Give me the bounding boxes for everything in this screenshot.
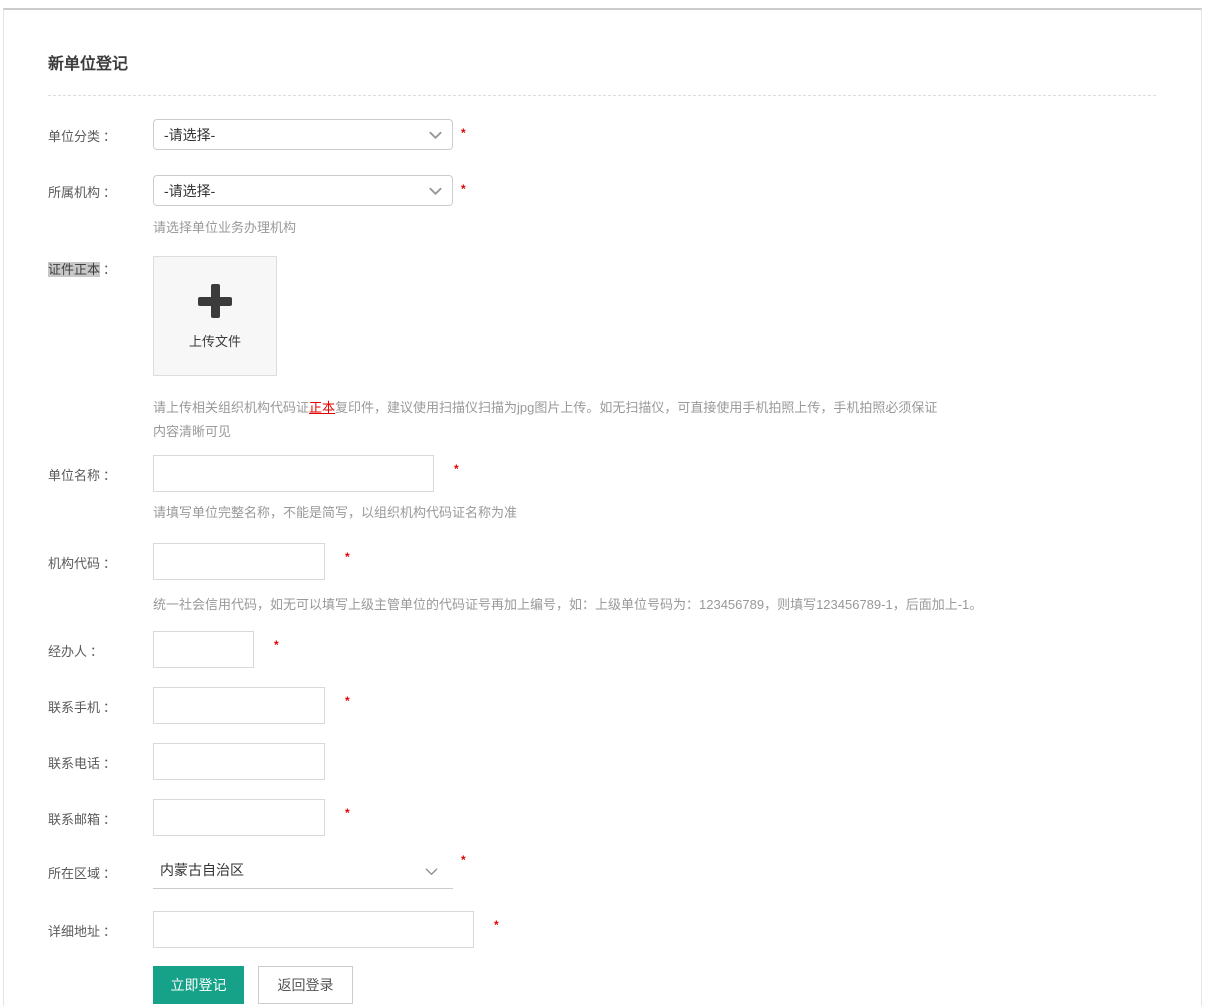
plus-icon (198, 284, 232, 318)
phone-input[interactable] (153, 743, 325, 780)
address-label: 详细地址： (48, 911, 153, 940)
upload-file-label: 上传文件 (189, 331, 241, 350)
org-code-input[interactable] (153, 543, 325, 580)
required-asterisk: * (494, 918, 499, 932)
address-input[interactable] (153, 911, 474, 948)
unit-category-label: 单位分类： (48, 119, 153, 145)
org-code-hint: 统一社会信用代码，如无可以填写上级主管单位的代码证号再加上编号，如：上级单位号码… (153, 596, 1156, 613)
unit-name-label: 单位名称： (48, 455, 153, 484)
unit-category-select[interactable]: -请选择- (153, 119, 453, 150)
form-row-unit-category: 单位分类： -请选择- * (48, 119, 1156, 150)
unit-name-input[interactable] (153, 455, 434, 492)
certificate-hint: 请上传相关组织机构代码证正本复印件，建议使用扫描仪扫描为jpg图片上传。如无扫描… (153, 396, 948, 444)
chevron-down-icon (424, 864, 439, 879)
required-asterisk: * (461, 126, 466, 140)
form-row-phone: 联系电话： (48, 743, 1156, 780)
required-asterisk: * (461, 853, 466, 867)
certificate-label: 证件正本： (48, 256, 153, 278)
required-asterisk: * (454, 462, 459, 476)
form-row-certificate: 证件正本： 上传文件 请上传相关组织机构代码证正本复印件，建议使用扫描仪扫描为j… (48, 256, 1156, 444)
required-asterisk: * (274, 638, 279, 652)
unit-category-select-value: -请选择- (164, 125, 215, 145)
form-row-affiliated-org: 所属机构： -请选择- * 请选择单位业务办理机构 (48, 175, 1156, 236)
form-row-email: 联系邮箱： * (48, 799, 1156, 836)
email-input[interactable] (153, 799, 325, 836)
mobile-label: 联系手机： (48, 687, 153, 716)
mobile-input[interactable] (153, 687, 325, 724)
form-row-unit-name: 单位名称： * 请填写单位完整名称，不能是简写，以组织机构代码证名称为准 (48, 455, 1156, 521)
upload-file-button[interactable]: 上传文件 (153, 256, 277, 376)
form-row-agent: 经办人： * (48, 631, 1156, 668)
register-now-button[interactable]: 立即登记 (153, 966, 244, 1004)
required-asterisk: * (461, 182, 466, 196)
certificate-label-text: 证件正本 (48, 262, 100, 277)
form-row-region: 所在区域： 内蒙古自治区 * (48, 851, 1156, 889)
agent-input[interactable] (153, 631, 254, 668)
chevron-down-icon (428, 184, 443, 199)
region-select[interactable]: 内蒙古自治区 (153, 851, 453, 889)
form-actions-row: 立即登记 返回登录 (48, 966, 1156, 1004)
required-asterisk: * (345, 694, 350, 708)
divider (48, 95, 1156, 96)
required-asterisk: * (345, 806, 350, 820)
form-row-address: 详细地址： * (48, 911, 1156, 948)
affiliated-org-select[interactable]: -请选择- (153, 175, 453, 206)
unit-name-hint: 请填写单位完整名称，不能是简写，以组织机构代码证名称为准 (153, 504, 1156, 521)
back-to-login-button[interactable]: 返回登录 (258, 966, 353, 1004)
form-row-mobile: 联系手机： * (48, 687, 1156, 724)
chevron-down-icon (428, 128, 443, 143)
phone-label: 联系电话： (48, 743, 153, 772)
region-select-value: 内蒙古自治区 (160, 860, 244, 880)
org-code-label: 机构代码： (48, 543, 153, 572)
page-title: 新单位登记 (48, 55, 1156, 74)
affiliated-org-label: 所属机构： (48, 175, 153, 201)
affiliated-org-hint: 请选择单位业务办理机构 (153, 219, 1156, 236)
region-label: 所在区域： (48, 851, 153, 882)
email-label: 联系邮箱： (48, 799, 153, 828)
certificate-hint-emphasis: 正本 (309, 400, 335, 415)
registration-panel: 新单位登记 单位分类： -请选择- * 所属机构： (3, 8, 1202, 1006)
form-row-org-code: 机构代码： * 统一社会信用代码，如无可以填写上级主管单位的代码证号再加上编号，… (48, 543, 1156, 613)
affiliated-org-select-value: -请选择- (164, 181, 215, 201)
agent-label: 经办人： (48, 631, 153, 660)
required-asterisk: * (345, 550, 350, 564)
